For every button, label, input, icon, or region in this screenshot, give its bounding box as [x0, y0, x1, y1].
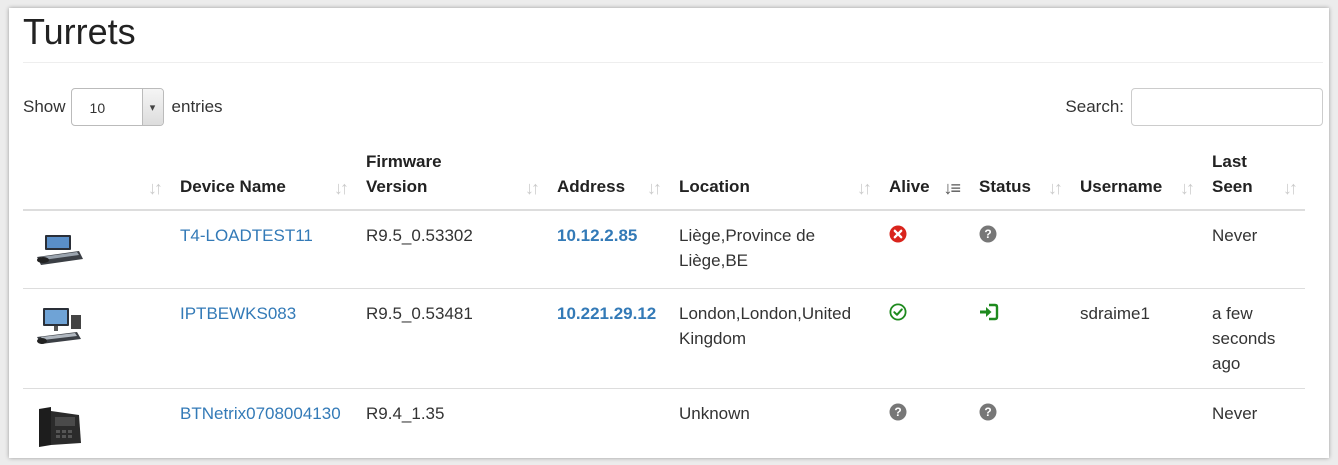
column-header-device-image[interactable]: ↓↑: [23, 142, 170, 211]
entries-select[interactable]: 10 ▾: [70, 88, 164, 126]
turrets-panel: Turrets Show 10 ▾ entries Search: ↓↑ Dev…: [9, 8, 1329, 461]
column-header-device-name[interactable]: Device Name ↓↑: [170, 142, 356, 211]
device-image-cell: [23, 287, 170, 388]
sign-in-icon: [980, 303, 999, 320]
username-cell: sdraime1: [1070, 287, 1202, 388]
column-header-address[interactable]: Address ↓↑: [547, 142, 669, 211]
status-cell: [969, 287, 1070, 388]
device-name-cell: IPTBEWKS083: [170, 287, 356, 388]
sort-icon[interactable]: ↓↑: [1283, 179, 1298, 197]
entries-label: entries: [171, 97, 223, 116]
show-label: Show: [23, 97, 66, 116]
username-cell: [1070, 210, 1202, 288]
turrets-table: ↓↑ Device Name ↓↑ Firmware Version ↓↑ Addr…: [23, 142, 1305, 461]
device-image-cell: [23, 210, 170, 288]
page-title: Turrets: [23, 11, 136, 52]
search-control: Search:: [1065, 88, 1323, 126]
desk-turret-icon: [37, 235, 83, 265]
question-circle-icon: ?: [889, 403, 907, 420]
firmware-cell: R9.5_0.53481: [356, 287, 547, 388]
svg-text:?: ?: [984, 227, 991, 241]
device-name-link[interactable]: BTNetrix0708004130: [180, 404, 341, 423]
last-seen-text: a few seconds ago: [1212, 303, 1276, 373]
workstation-turret-icon: [37, 307, 81, 344]
firmware-cell: R9.4_1.35: [356, 387, 547, 461]
status-cell: ?: [969, 210, 1070, 288]
address-cell: 10.12.2.85: [547, 210, 669, 288]
location-cell: Liège,Province de Liège,BE: [679, 226, 816, 270]
table-row: BTNetrix0708004130 R9.4_1.35 Unknown ? ?: [23, 387, 1305, 461]
column-header-location[interactable]: Location ↓↑: [669, 142, 879, 211]
question-circle-icon: ?: [979, 403, 997, 420]
sort-icon[interactable]: ↓↑: [334, 179, 349, 197]
address-cell: [547, 387, 669, 461]
device-image-cell: [23, 387, 170, 461]
table-header-row: ↓↑ Device Name ↓↑ Firmware Version ↓↑ Addr…: [23, 142, 1305, 211]
address-cell: 10.221.29.12: [547, 287, 669, 388]
table-row: T4-LOADTEST11 R9.5_0.53302 10.12.2.85 Li…: [23, 210, 1305, 288]
address-link[interactable]: 10.12.2.85: [557, 226, 637, 245]
title-divider: [23, 62, 1323, 63]
table-row: IPTBEWKS083 R9.5_0.53481 10.221.29.12 Lo…: [23, 287, 1305, 388]
column-header-username[interactable]: Username ↓↑: [1070, 142, 1202, 211]
device-name-link[interactable]: T4-LOADTEST11: [180, 226, 313, 245]
sort-icon[interactable]: ↓↑: [857, 179, 872, 197]
last-seen-cell: Never: [1212, 226, 1258, 245]
desk-phone-icon: [39, 406, 81, 447]
sort-descending-icon[interactable]: ↓≡: [943, 179, 960, 197]
status-cell: ?: [969, 387, 1070, 461]
alive-cell: ?: [879, 387, 969, 461]
times-circle-icon: [889, 225, 907, 243]
location-cell: London,London,United Kingdom: [669, 287, 879, 388]
column-header-firmware-version[interactable]: Firmware Version ↓↑: [356, 142, 547, 211]
device-name-cell: T4-LOADTEST11: [170, 210, 356, 288]
check-circle-icon: [889, 303, 907, 320]
last-seen-cell: a few seconds ago: [1202, 287, 1305, 388]
last-seen-cell: Never: [1202, 387, 1305, 461]
length-control: Show 10 ▾ entries: [23, 88, 223, 126]
sort-icon[interactable]: ↓↑: [647, 179, 662, 197]
svg-text:?: ?: [984, 405, 991, 419]
device-name-cell: BTNetrix0708004130: [170, 387, 356, 461]
address-link[interactable]: 10.221.29.12: [557, 304, 656, 323]
column-header-last-seen[interactable]: Last Seen ↓↑: [1202, 142, 1305, 211]
device-name-link[interactable]: IPTBEWKS083: [180, 304, 296, 323]
alive-cell: [879, 210, 969, 288]
chevron-down-icon[interactable]: ▾: [141, 89, 163, 125]
sort-icon[interactable]: ↓↑: [148, 179, 163, 197]
sort-icon[interactable]: ↓↑: [1180, 179, 1195, 197]
question-circle-icon: ?: [979, 225, 997, 243]
entries-select-value: 10: [89, 100, 106, 116]
alive-cell: [879, 287, 969, 388]
search-label: Search:: [1065, 97, 1124, 116]
search-input[interactable]: [1131, 88, 1323, 126]
column-header-alive[interactable]: Alive ↓≡: [879, 142, 969, 211]
firmware-cell: R9.5_0.53302: [366, 226, 473, 245]
username-cell: [1070, 387, 1202, 461]
sort-icon[interactable]: ↓↑: [525, 179, 540, 197]
location-cell: Unknown: [669, 387, 879, 461]
svg-text:?: ?: [894, 405, 901, 419]
sort-icon[interactable]: ↓↑: [1048, 179, 1063, 197]
column-header-status[interactable]: Status ↓↑: [969, 142, 1070, 211]
